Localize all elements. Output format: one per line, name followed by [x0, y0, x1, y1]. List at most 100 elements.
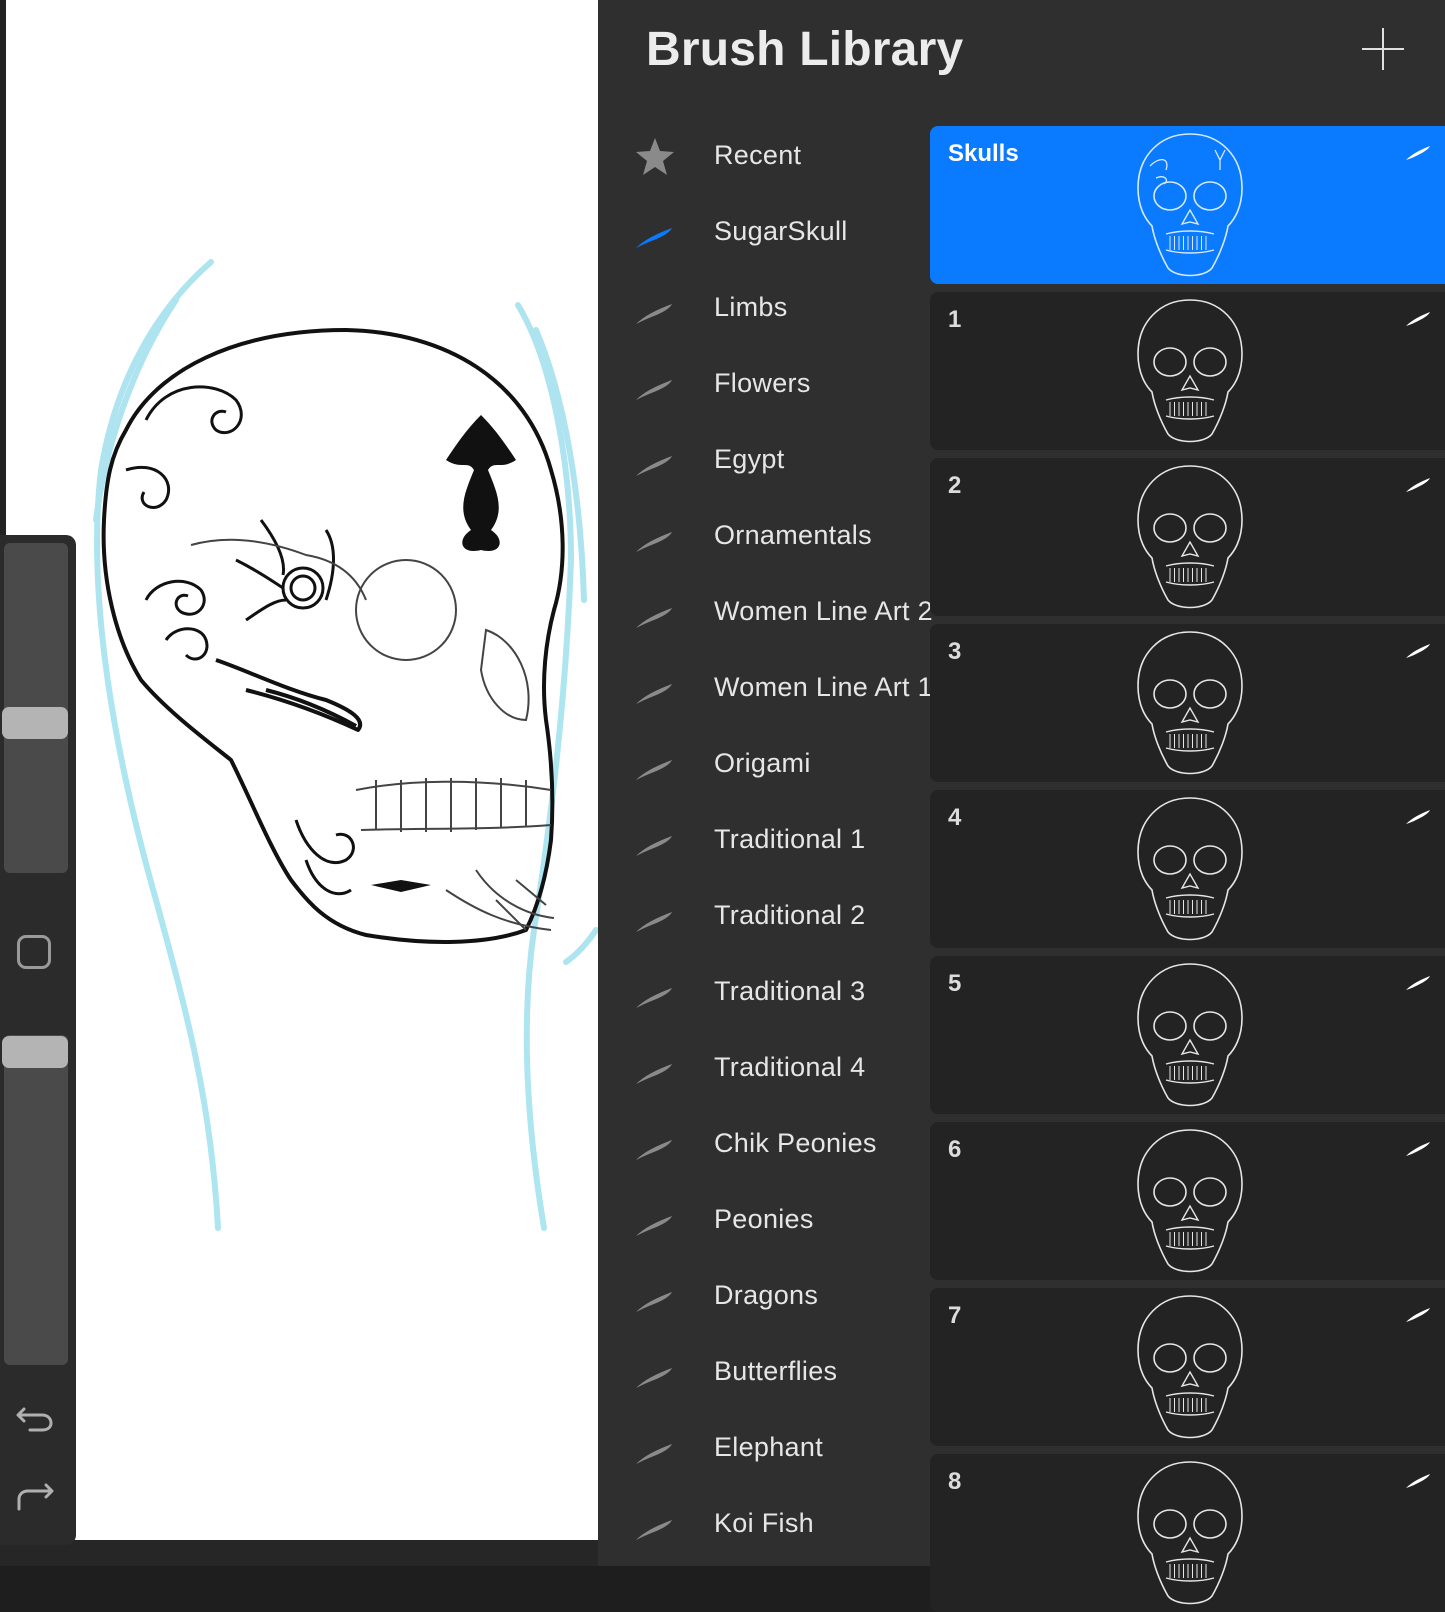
brush-set-label: Origami [714, 748, 811, 778]
drawing-canvas[interactable] [0, 0, 598, 1566]
opacity-thumb[interactable] [2, 1036, 68, 1068]
brush-name: 7 [948, 1302, 962, 1329]
brush-name: 2 [948, 472, 962, 499]
brush-stroke-preview [1120, 458, 1260, 616]
left-sidebar [0, 535, 76, 1545]
brush-set-item[interactable]: Traditional 1 [598, 802, 930, 878]
brush-name: 1 [948, 306, 962, 333]
brush-stroke-preview [1120, 1122, 1260, 1280]
brush-card[interactable]: 7 [930, 1288, 1445, 1446]
brush-card[interactable]: 2 [930, 458, 1445, 616]
brush-set-label: Limbs [714, 292, 788, 322]
opacity-slider[interactable] [4, 1035, 68, 1365]
undo-arrow-icon[interactable] [16, 1397, 54, 1439]
brush-set-label: Traditional 3 [714, 976, 866, 1006]
brush-name: 4 [948, 804, 962, 831]
brush-set-item[interactable]: Flowers [598, 346, 930, 422]
brush-set-item[interactable]: SugarSkull [598, 194, 930, 270]
brush-set-item[interactable]: Koi Fish [598, 1486, 930, 1562]
brush-set-label: Peonies [714, 1204, 814, 1234]
brush-set-item[interactable]: Traditional 3 [598, 954, 930, 1030]
brush-set-item[interactable]: Dragons [598, 1258, 930, 1334]
brush-set-label: Traditional 2 [714, 900, 866, 930]
sugar-skull-drawing [93, 259, 598, 1231]
brush-stroke-icon [634, 364, 676, 406]
brush-stroke-icon [634, 668, 676, 710]
brush-stroke-icon [634, 1276, 676, 1318]
brush-name: 3 [948, 638, 962, 665]
brush-set-label: Butterflies [714, 1356, 838, 1386]
brush-stroke-icon [634, 440, 676, 482]
brush-set-label: Women Line Art 2 [714, 596, 933, 626]
brush-set-item[interactable]: Traditional 4 [598, 1030, 930, 1106]
brush-set-item[interactable]: Limbs [598, 270, 930, 346]
brush-card-selected[interactable]: Skulls [930, 126, 1445, 284]
brush-stroke-icon [634, 1124, 676, 1166]
brush-set-item[interactable]: Traditional 2 [598, 878, 930, 954]
brush-set-label: Egypt [714, 444, 785, 474]
brush-stroke-icon [634, 744, 676, 786]
brush-stroke-icon [634, 212, 676, 254]
brush-stroke-preview [1120, 292, 1260, 450]
brush-stroke-icon [634, 1428, 676, 1470]
square-modify-icon[interactable] [17, 935, 51, 969]
brush-stroke-icon [634, 972, 676, 1014]
brush-card[interactable]: 1 [930, 292, 1445, 450]
brush-set-label: Women Line Art 1 [714, 672, 933, 702]
brush-stroke-icon [634, 592, 676, 634]
brush-set-label: Traditional 1 [714, 824, 866, 854]
panel-title: Brush Library [646, 23, 964, 76]
brush-stroke-icon [1404, 474, 1432, 494]
brush-name: Skulls [948, 140, 1019, 167]
brush-set-item[interactable]: Egypt [598, 422, 930, 498]
brush-size-thumb[interactable] [2, 707, 68, 739]
brush-set-item[interactable]: Butterflies [598, 1334, 930, 1410]
brush-name: 8 [948, 1468, 962, 1495]
brush-card[interactable]: 5 [930, 956, 1445, 1114]
brush-stroke-icon [1404, 806, 1432, 826]
brush-set-item[interactable]: Origami [598, 726, 930, 802]
plus-icon[interactable] [1362, 28, 1404, 70]
brush-set-label: SugarSkull [714, 216, 848, 246]
brush-set-item[interactable]: Elephant [598, 1410, 930, 1486]
brush-set-label: Dragons [714, 1280, 819, 1310]
brush-set-item[interactable]: Ornamentals [598, 498, 930, 574]
brush-stroke-preview [1120, 624, 1260, 782]
brush-set-label: Recent [714, 140, 802, 170]
brush-stroke-icon [1404, 142, 1432, 162]
brush-card[interactable]: 3 [930, 624, 1445, 782]
brush-set-label: Flowers [714, 368, 811, 398]
brush-stroke-icon [1404, 1470, 1432, 1490]
brush-stroke-preview [1120, 956, 1260, 1114]
brush-set-item[interactable]: Women Line Art 2 [598, 574, 933, 650]
brush-stroke-icon [634, 820, 676, 862]
brush-set-item[interactable]: Chik Peonies [598, 1106, 930, 1182]
brush-stroke-icon [1404, 640, 1432, 660]
brush-stroke-icon [634, 288, 676, 330]
brush-stroke-icon [634, 1048, 676, 1090]
star-icon [634, 136, 676, 178]
brush-stroke-preview [1120, 1288, 1260, 1446]
brush-set-item[interactable]: Women Line Art 1 [598, 650, 933, 726]
brush-stroke-icon [634, 896, 676, 938]
brush-set-label: Koi Fish [714, 1508, 814, 1538]
brush-set-label: Elephant [714, 1432, 823, 1462]
brush-stroke-icon [634, 1504, 676, 1546]
redo-arrow-icon[interactable] [16, 1479, 54, 1521]
brush-card[interactable]: 6 [930, 1122, 1445, 1280]
brush-stroke-preview [1120, 1454, 1260, 1612]
brush-stroke-icon [1404, 1304, 1432, 1324]
brush-stroke-icon [1404, 308, 1432, 328]
brush-stroke-icon [1404, 972, 1432, 992]
brush-set-label: Traditional 4 [714, 1052, 866, 1082]
brush-card[interactable]: 4 [930, 790, 1445, 948]
brush-card[interactable]: 8 [930, 1454, 1445, 1612]
brush-set-item[interactable]: Peonies [598, 1182, 930, 1258]
brush-name: 5 [948, 970, 962, 997]
brush-set-label: Ornamentals [714, 520, 872, 550]
brush-stroke-icon [634, 516, 676, 558]
brush-set-item[interactable]: Recent [598, 118, 930, 194]
brush-stroke-preview [1120, 790, 1260, 948]
brush-library-panel: Brush Library Recent SugarSkull Limbs Flowe… [598, 0, 1445, 1612]
brush-stroke-icon [1404, 1138, 1432, 1158]
